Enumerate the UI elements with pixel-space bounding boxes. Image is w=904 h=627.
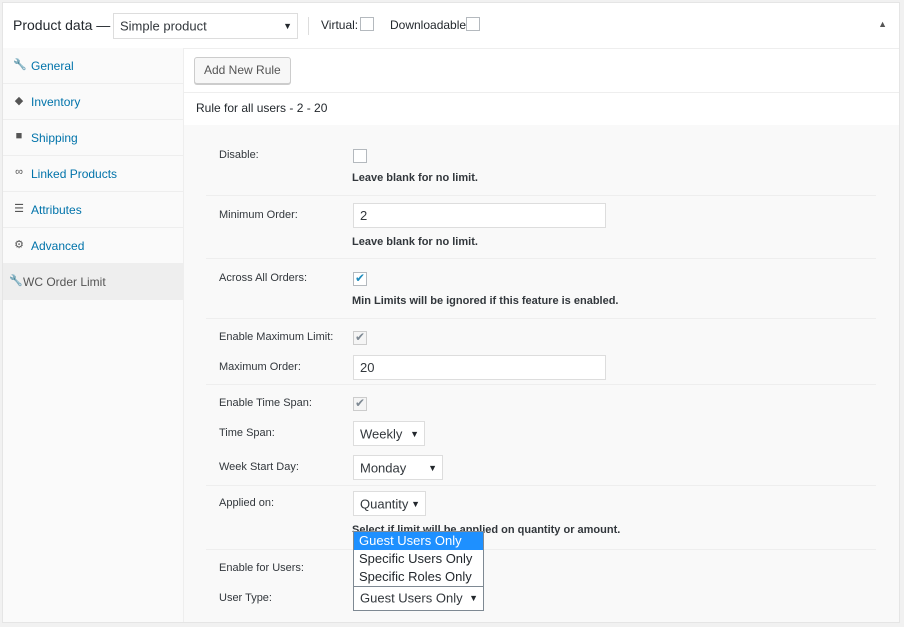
enable-users-label: Enable for Users: bbox=[219, 562, 304, 574]
tab-label: Shipping bbox=[31, 131, 78, 145]
max-order-input[interactable]: 20 bbox=[353, 355, 606, 380]
tab-label: Linked Products bbox=[31, 167, 118, 181]
product-data-panel: Product data — Simple product ▼ Virtual:… bbox=[2, 2, 900, 623]
user-type-label: User Type: bbox=[219, 592, 272, 604]
disable-help: Leave blank for no limit. bbox=[352, 172, 478, 184]
rule-toolbar: Add New Rule bbox=[184, 48, 899, 93]
wrench-icon: 🔧 bbox=[13, 59, 27, 71]
option-guest-users-only[interactable]: Guest Users Only bbox=[354, 532, 483, 550]
min-order-help: Leave blank for no limit. bbox=[352, 236, 478, 248]
time-span-select[interactable]: Weekly ▼ bbox=[353, 421, 425, 446]
chevron-down-icon: ▼ bbox=[469, 593, 478, 603]
tab-label: Advanced bbox=[31, 239, 85, 253]
tab-general[interactable]: 🔧 General bbox=[3, 48, 183, 84]
chevron-down-icon: ▼ bbox=[428, 462, 437, 473]
chevron-down-icon: ▼ bbox=[410, 428, 419, 439]
enable-max-checkbox[interactable] bbox=[353, 330, 367, 345]
tag-icon: ◆ bbox=[14, 95, 24, 107]
tab-attributes[interactable]: ☰ Attributes bbox=[3, 192, 183, 228]
applied-on-select[interactable]: Quantity ▼ bbox=[353, 491, 426, 516]
across-orders-help: Min Limits will be ignored if this featu… bbox=[352, 295, 619, 307]
product-data-tabs: 🔧 General ◆ Inventory ■ Shipping ∞ Linke… bbox=[3, 48, 184, 622]
disable-section: Disable: Leave blank for no limit. bbox=[206, 125, 876, 196]
virtual-label: Virtual: bbox=[321, 18, 359, 32]
user-type-select[interactable]: Guest Users Only ▼ bbox=[353, 585, 484, 611]
tab-label: Attributes bbox=[31, 203, 82, 217]
rule-form: Disable: Leave blank for no limit. Minim… bbox=[184, 125, 899, 622]
user-type-value: Guest Users Only bbox=[360, 590, 463, 606]
applied-on-section: Applied on: Quantity ▼ Select if limit w… bbox=[206, 486, 876, 550]
disable-checkbox[interactable] bbox=[353, 149, 367, 163]
disable-label: Disable: bbox=[219, 149, 259, 161]
downloadable-checkbox[interactable] bbox=[466, 17, 480, 31]
list-icon: ☰ bbox=[14, 203, 24, 215]
option-specific-users-only[interactable]: Specific Users Only bbox=[354, 550, 483, 568]
time-span-label: Time Span: bbox=[219, 427, 275, 439]
chevron-down-icon: ▼ bbox=[283, 21, 292, 31]
tab-wc-order-limit[interactable]: 🔧 WC Order Limit bbox=[3, 264, 183, 300]
panel-title: Product data — bbox=[13, 17, 111, 33]
min-order-input[interactable]: 2 bbox=[353, 203, 606, 228]
users-section: Enable for Users: User Type: Guest Users… bbox=[206, 550, 876, 625]
rule-header[interactable]: Rule for all users - 2 - 20 bbox=[184, 92, 899, 126]
week-start-label: Week Start Day: bbox=[219, 461, 299, 473]
enable-time-span-checkbox[interactable] bbox=[353, 396, 367, 411]
add-new-rule-button[interactable]: Add New Rule bbox=[194, 57, 291, 84]
downloadable-label: Downloadable: bbox=[390, 18, 470, 32]
order-limit-panel: Add New Rule Rule for all users - 2 - 20… bbox=[184, 48, 899, 622]
across-orders-checkbox[interactable] bbox=[353, 271, 367, 286]
gear-icon: ⚙ bbox=[14, 239, 24, 251]
min-order-label: Minimum Order: bbox=[219, 209, 298, 221]
tab-shipping[interactable]: ■ Shipping bbox=[3, 120, 183, 156]
tab-label: WC Order Limit bbox=[23, 275, 106, 289]
tab-label: Inventory bbox=[31, 95, 81, 109]
wrench-icon: 🔧 bbox=[9, 275, 23, 287]
tab-label: General bbox=[31, 59, 74, 73]
header-divider bbox=[308, 17, 309, 35]
tab-advanced[interactable]: ⚙ Advanced bbox=[3, 228, 183, 264]
time-span-value: Weekly bbox=[360, 426, 403, 441]
user-type-dropdown: Guest Users Only Specific Users Only Spe… bbox=[353, 531, 484, 587]
product-data-header: Product data — Simple product ▼ Virtual:… bbox=[3, 3, 899, 49]
enable-max-label: Enable Maximum Limit: bbox=[219, 331, 334, 343]
across-orders-label: Across All Orders: bbox=[219, 272, 308, 284]
across-orders-section: Across All Orders: Min Limits will be ig… bbox=[206, 259, 876, 319]
tab-inventory[interactable]: ◆ Inventory bbox=[3, 84, 183, 120]
collapse-toggle-icon[interactable]: ▲ bbox=[878, 19, 887, 29]
truck-icon: ■ bbox=[15, 130, 23, 142]
min-order-section: Minimum Order: 2 Leave blank for no limi… bbox=[206, 196, 876, 259]
link-icon: ∞ bbox=[15, 166, 23, 178]
enable-time-span-label: Enable Time Span: bbox=[219, 397, 312, 409]
chevron-down-icon: ▼ bbox=[411, 498, 420, 509]
tab-linked-products[interactable]: ∞ Linked Products bbox=[3, 156, 183, 192]
week-start-select[interactable]: Monday ▼ bbox=[353, 455, 443, 480]
max-order-label: Maximum Order: bbox=[219, 361, 301, 373]
product-type-select[interactable]: Simple product ▼ bbox=[113, 13, 298, 39]
product-type-value: Simple product bbox=[120, 18, 207, 34]
option-specific-roles-only[interactable]: Specific Roles Only bbox=[354, 568, 483, 586]
virtual-checkbox[interactable] bbox=[360, 17, 374, 31]
rule-title: Rule for all users - 2 - 20 bbox=[196, 101, 328, 115]
time-span-section: Enable Time Span: Time Span: Weekly ▼ We… bbox=[206, 385, 876, 486]
applied-on-value: Quantity bbox=[360, 496, 409, 511]
max-limit-section: Enable Maximum Limit: Maximum Order: 20 bbox=[206, 319, 876, 385]
applied-on-label: Applied on: bbox=[219, 497, 275, 509]
week-start-value: Monday bbox=[360, 460, 407, 475]
